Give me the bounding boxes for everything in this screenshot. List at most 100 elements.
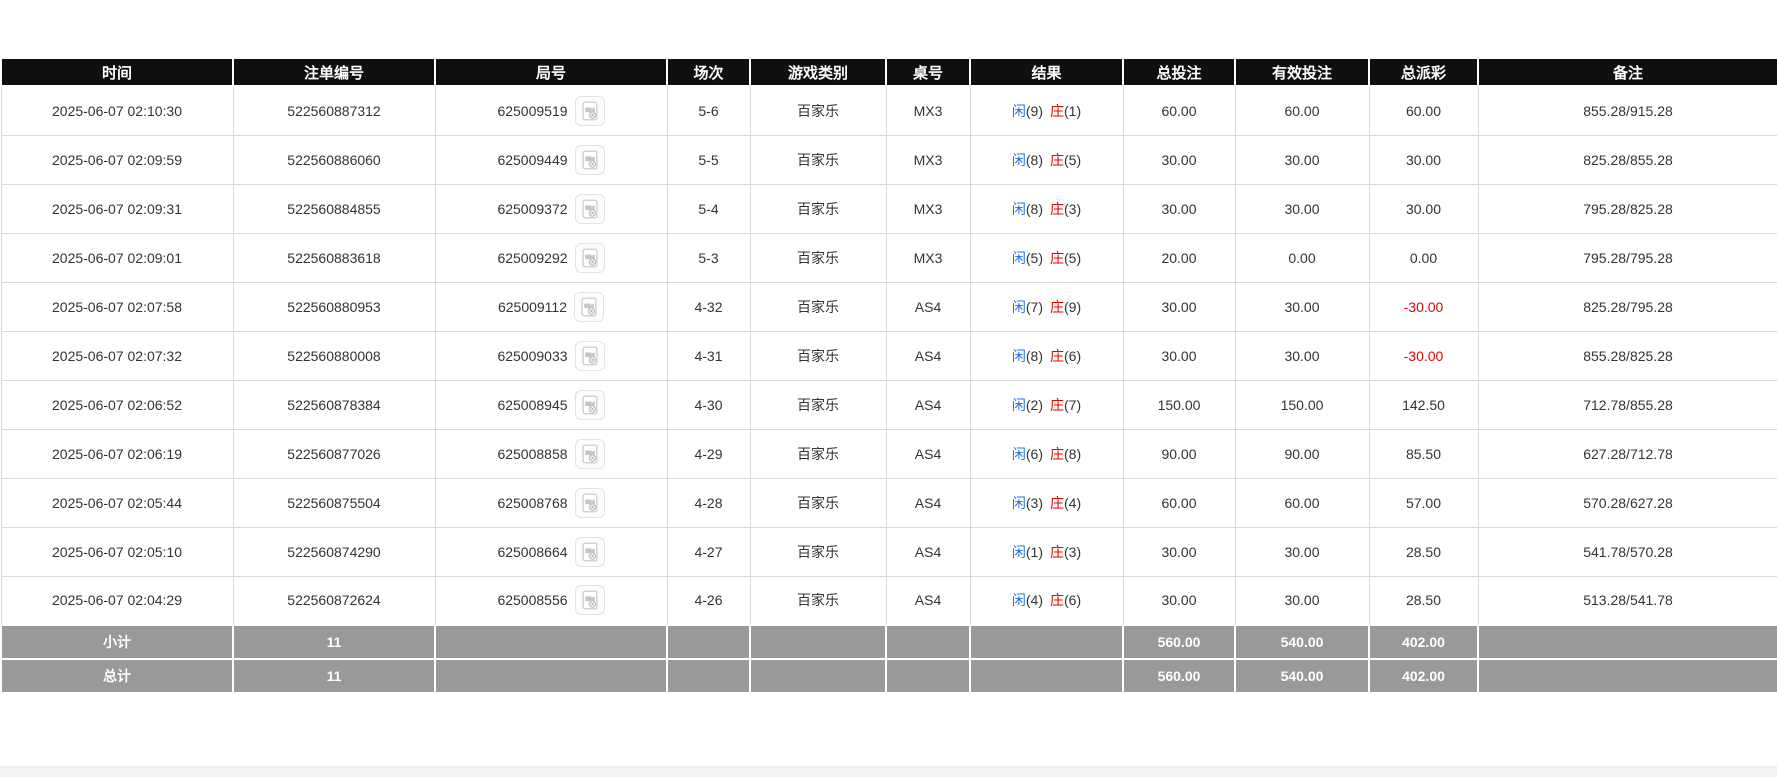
table-row: 2025-06-07 02:09:31 522560884855 6250093… <box>1 184 1777 233</box>
cell-result: 闲(8)庄(3) <box>970 184 1123 233</box>
grand-total-empty-cell <box>970 659 1123 693</box>
result-banker-label: 庄 <box>1050 348 1064 364</box>
cell-remark: 795.28/825.28 <box>1478 184 1777 233</box>
table-row: 2025-06-07 02:07:58 522560880953 6250091… <box>1 282 1777 331</box>
video-replay-button[interactable] <box>575 439 605 469</box>
cell-valid-bet: 150.00 <box>1235 380 1369 429</box>
header-row: 时间 注单编号 局号 场次 游戏类别 桌号 结果 总投注 有效投注 总派彩 备注 <box>1 58 1777 86</box>
subtotal-payout: 402.00 <box>1369 625 1478 659</box>
cell-time: 2025-06-07 02:07:32 <box>1 331 233 380</box>
cell-total-bet-link[interactable]: 150.00 <box>1123 380 1235 429</box>
cell-round-id: 625008664 <box>435 527 667 576</box>
video-replay-button[interactable] <box>575 585 605 615</box>
result-player-label: 闲 <box>1012 592 1026 608</box>
subtotal-total-bet: 560.00 <box>1123 625 1235 659</box>
cell-payout: 60.00 <box>1369 86 1478 135</box>
video-replay-icon <box>579 100 601 122</box>
cell-time: 2025-06-07 02:10:30 <box>1 86 233 135</box>
result-banker-score: (4) <box>1064 495 1081 511</box>
video-replay-button[interactable] <box>575 537 605 567</box>
video-replay-button[interactable] <box>575 145 605 175</box>
video-replay-button[interactable] <box>575 488 605 518</box>
cell-remark: 570.28/627.28 <box>1478 478 1777 527</box>
cell-valid-bet: 30.00 <box>1235 135 1369 184</box>
cell-result: 闲(8)庄(6) <box>970 331 1123 380</box>
video-replay-icon <box>579 345 601 367</box>
subtotal-empty-cell <box>970 625 1123 659</box>
cell-result: 闲(3)庄(4) <box>970 478 1123 527</box>
grand-total-row: 总计 11 560.00 540.00 402.00 <box>1 659 1777 693</box>
video-replay-button[interactable] <box>574 292 604 322</box>
column-header-valid-bet: 有效投注 <box>1235 58 1369 86</box>
cell-table-id: MX3 <box>886 184 970 233</box>
cell-round-id: 625008556 <box>435 576 667 625</box>
result-player-label: 闲 <box>1012 397 1026 413</box>
column-header-session: 场次 <box>667 58 750 86</box>
column-header-total-bet: 总投注 <box>1123 58 1235 86</box>
cell-payout: 57.00 <box>1369 478 1478 527</box>
cell-total-bet-link[interactable]: 30.00 <box>1123 576 1235 625</box>
cell-game-type: 百家乐 <box>750 429 886 478</box>
cell-table-id: AS4 <box>886 478 970 527</box>
cell-session: 5-4 <box>667 184 750 233</box>
grand-total-label: 总计 <box>1 659 233 693</box>
grand-total-count: 11 <box>233 659 435 693</box>
cell-remark: 513.28/541.78 <box>1478 576 1777 625</box>
table-row: 2025-06-07 02:10:30 522560887312 6250095… <box>1 86 1777 135</box>
grand-total-total-bet: 560.00 <box>1123 659 1235 693</box>
round-id-text: 625008556 <box>497 592 567 608</box>
cell-game-type: 百家乐 <box>750 86 886 135</box>
result-player-label: 闲 <box>1012 250 1026 266</box>
cell-total-bet-link[interactable]: 30.00 <box>1123 331 1235 380</box>
grand-total-empty-cell <box>1478 659 1777 693</box>
cell-bet-id: 522560875504 <box>233 478 435 527</box>
cell-round-id: 625008945 <box>435 380 667 429</box>
table-row: 2025-06-07 02:05:44 522560875504 6250087… <box>1 478 1777 527</box>
video-replay-button[interactable] <box>575 390 605 420</box>
cell-session: 5-6 <box>667 86 750 135</box>
result-player-score: (8) <box>1026 152 1043 168</box>
round-id-text: 625008858 <box>497 446 567 462</box>
result-player-label: 闲 <box>1012 446 1026 462</box>
video-replay-button[interactable] <box>575 341 605 371</box>
cell-total-bet-link[interactable]: 90.00 <box>1123 429 1235 478</box>
cell-bet-id: 522560878384 <box>233 380 435 429</box>
video-replay-icon <box>579 443 601 465</box>
video-replay-button[interactable] <box>575 243 605 273</box>
cell-total-bet-link[interactable]: 30.00 <box>1123 184 1235 233</box>
cell-game-type: 百家乐 <box>750 233 886 282</box>
betting-records-table: 时间 注单编号 局号 场次 游戏类别 桌号 结果 总投注 有效投注 总派彩 备注… <box>0 57 1777 694</box>
cell-payout: 30.00 <box>1369 135 1478 184</box>
table-row: 2025-06-07 02:06:52 522560878384 6250089… <box>1 380 1777 429</box>
table-footer: 小计 11 560.00 540.00 402.00 总计 11 560.00 … <box>1 625 1777 693</box>
cell-round-id: 625009372 <box>435 184 667 233</box>
result-banker-score: (7) <box>1064 397 1081 413</box>
table-row: 2025-06-07 02:06:19 522560877026 6250088… <box>1 429 1777 478</box>
video-replay-icon <box>579 541 601 563</box>
cell-bet-id: 522560874290 <box>233 527 435 576</box>
cell-game-type: 百家乐 <box>750 331 886 380</box>
grand-total-payout: 402.00 <box>1369 659 1478 693</box>
cell-session: 4-27 <box>667 527 750 576</box>
cell-total-bet-link[interactable]: 30.00 <box>1123 135 1235 184</box>
cell-time: 2025-06-07 02:09:59 <box>1 135 233 184</box>
cell-total-bet-link[interactable]: 60.00 <box>1123 86 1235 135</box>
cell-result: 闲(1)庄(3) <box>970 527 1123 576</box>
cell-payout: 85.50 <box>1369 429 1478 478</box>
subtotal-label: 小计 <box>1 625 233 659</box>
cell-total-bet-link[interactable]: 20.00 <box>1123 233 1235 282</box>
video-replay-button[interactable] <box>575 194 605 224</box>
cell-time: 2025-06-07 02:09:01 <box>1 233 233 282</box>
cell-remark: 795.28/795.28 <box>1478 233 1777 282</box>
cell-time: 2025-06-07 02:05:44 <box>1 478 233 527</box>
cell-total-bet-link[interactable]: 30.00 <box>1123 527 1235 576</box>
cell-total-bet-link[interactable]: 60.00 <box>1123 478 1235 527</box>
round-id-text: 625008768 <box>497 495 567 511</box>
grand-total-valid-bet: 540.00 <box>1235 659 1369 693</box>
video-replay-button[interactable] <box>575 96 605 126</box>
cell-remark: 855.28/915.28 <box>1478 86 1777 135</box>
cell-result: 闲(2)庄(7) <box>970 380 1123 429</box>
grand-total-empty-cell <box>435 659 667 693</box>
cell-table-id: AS4 <box>886 576 970 625</box>
cell-total-bet-link[interactable]: 30.00 <box>1123 282 1235 331</box>
